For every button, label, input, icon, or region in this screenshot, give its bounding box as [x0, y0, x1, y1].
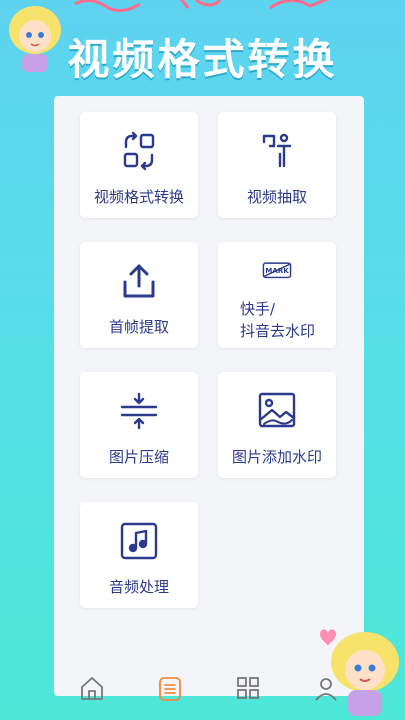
page-title: 视频格式转换: [67, 35, 338, 84]
video-extract-button[interactable]: 视频抽取: [218, 112, 336, 218]
upload-icon: [123, 264, 155, 298]
grid-icon: [237, 677, 259, 699]
tool-label-line2: 抖音去水印: [240, 322, 316, 340]
video-format-convert-button[interactable]: 视频格式转换: [80, 112, 198, 218]
music-icon: [120, 522, 158, 560]
image-icon: [258, 392, 296, 428]
image-add-watermark-button[interactable]: 图片添加水印: [218, 372, 336, 478]
nav-home[interactable]: [78, 674, 106, 702]
image-compress-button[interactable]: 图片压缩: [80, 372, 198, 478]
tool-label: 图片添加水印: [231, 448, 322, 466]
nav-tools[interactable]: [156, 674, 184, 702]
tool-label-line1: 快手/: [240, 300, 276, 318]
compress-icon: [120, 392, 158, 430]
tool-label: 图片压缩: [108, 448, 169, 466]
nav-apps[interactable]: [234, 674, 262, 702]
mark-icon: MARK: [262, 262, 292, 279]
tool-label: 视频格式转换: [93, 188, 184, 206]
tool-label-multiline: 快手/ 抖音去水印: [240, 298, 328, 342]
tool-label: 首帧提取: [108, 318, 169, 336]
tools-panel: 视频格式转换 视频抽取 首帧提取 MARK 快手/ 抖音去水印 图片压缩 图片添…: [54, 96, 364, 696]
home-icon: [81, 677, 103, 700]
first-frame-extract-button[interactable]: 首帧提取: [80, 242, 198, 348]
remove-watermark-button[interactable]: MARK 快手/ 抖音去水印: [218, 242, 336, 348]
convert-icon: [123, 131, 155, 171]
tool-label: 视频抽取: [246, 188, 307, 206]
cartoon-girl-sticker: [320, 629, 399, 716]
audio-processing-button[interactable]: 音频处理: [80, 502, 198, 608]
list-icon: [159, 677, 181, 701]
decorative-scribble: [74, 0, 330, 12]
tool-label: 音频处理: [108, 578, 169, 596]
extract-icon: [262, 133, 292, 168]
